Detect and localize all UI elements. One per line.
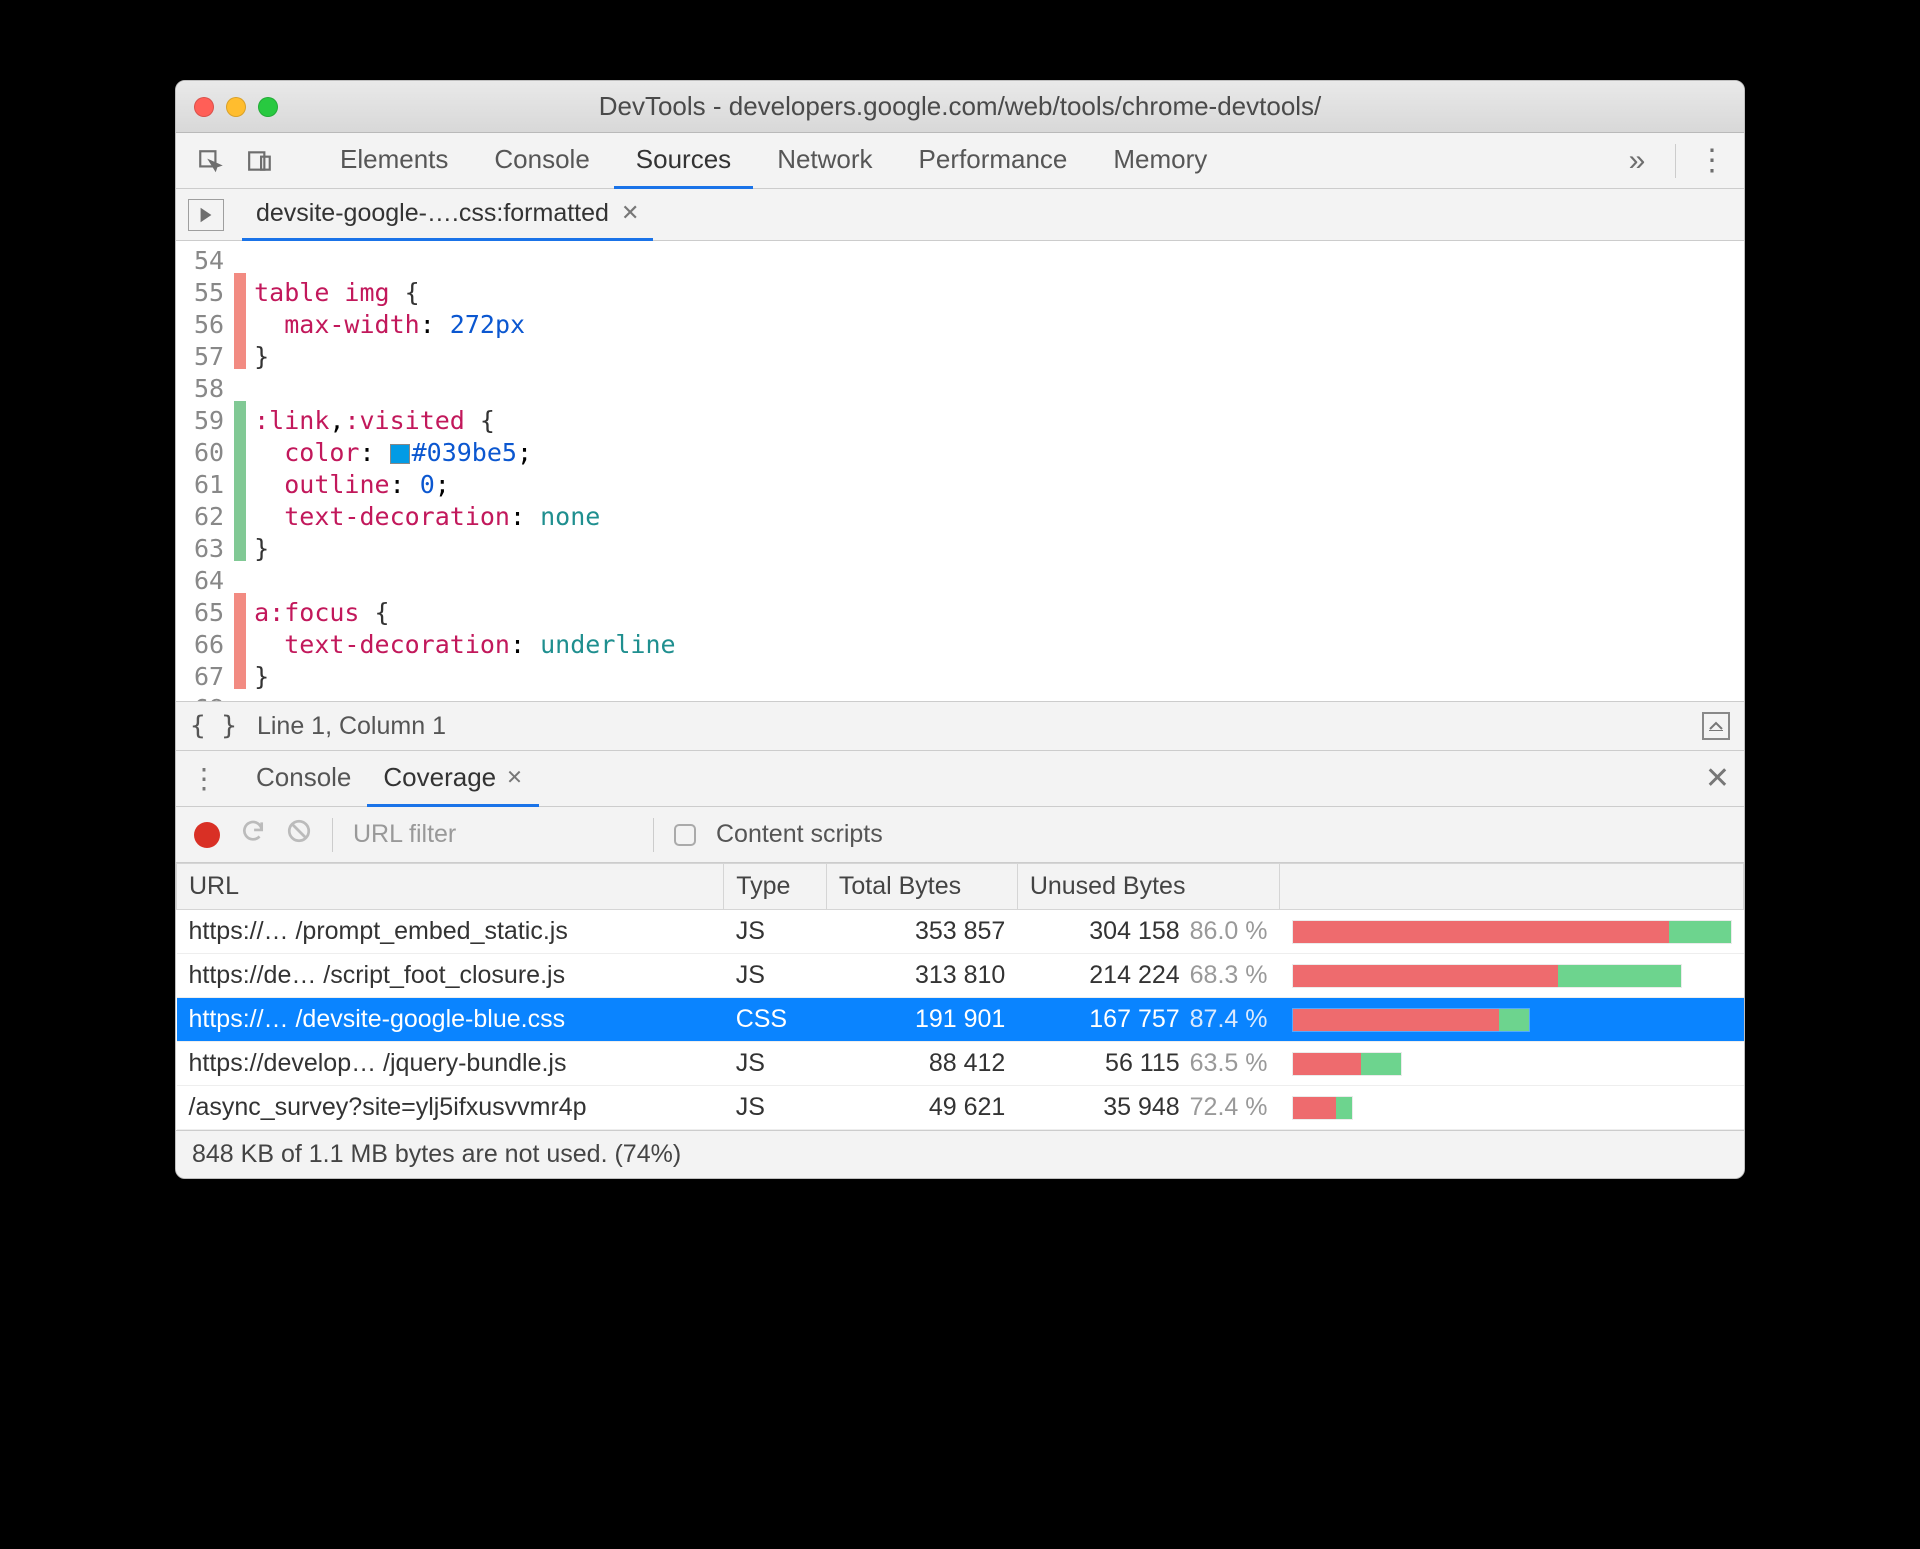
divider [1675,144,1676,178]
device-toolbar-icon[interactable] [238,141,282,181]
devtools-window: DevTools - developers.google.com/web/too… [175,80,1745,1179]
drawer-menu-icon[interactable]: ⋮ [190,762,218,795]
coverage-toolbar: URL filter Content scripts [176,807,1744,863]
file-tab-row: devsite-google-….css:formatted ✕ [176,189,1744,241]
tab-elements[interactable]: Elements [318,133,470,189]
pretty-print-icon[interactable]: { } [190,711,237,741]
col-header[interactable]: Unused Bytes [1017,864,1279,910]
source-editor[interactable]: 545556575859606162636465666768 table img… [176,241,1744,701]
table-row[interactable]: https://de… /script_foot_closure.jsJS313… [177,954,1744,998]
minimize-window-button[interactable] [226,97,246,117]
clear-icon[interactable] [286,818,312,851]
col-header[interactable]: Type [724,864,827,910]
table-row[interactable]: https://develop… /jquery-bundle.jsJS88 4… [177,1042,1744,1086]
window-title: DevTools - developers.google.com/web/too… [176,91,1744,122]
file-tab-label: devsite-google-….css:formatted [256,199,609,228]
coverage-summary: 848 KB of 1.1 MB bytes are not used. (74… [176,1130,1744,1178]
close-drawer-tab-icon[interactable]: ✕ [506,765,523,790]
toggle-sidebar-icon[interactable] [1702,712,1730,740]
col-header[interactable]: URL [177,864,724,910]
zoom-window-button[interactable] [258,97,278,117]
table-row[interactable]: https://… /devsite-google-blue.cssCSS191… [177,998,1744,1042]
col-header[interactable] [1280,864,1744,910]
divider [653,818,654,852]
content-scripts-checkbox[interactable] [674,824,696,846]
coverage-gutter [234,241,246,701]
divider [332,818,333,852]
tab-network[interactable]: Network [755,133,894,189]
table-header-row: URLTypeTotal BytesUnused Bytes [177,864,1744,910]
drawer-tab-coverage[interactable]: Coverage✕ [367,751,539,807]
content-scripts-label: Content scripts [716,820,883,849]
drawer-tab-console[interactable]: Console [240,751,367,807]
tab-sources[interactable]: Sources [614,133,753,189]
drawer-tabbar: ⋮ ConsoleCoverage✕ ✕ [176,751,1744,807]
reload-icon[interactable] [240,818,266,851]
line-number-gutter: 545556575859606162636465666768 [176,241,234,701]
code-content: table img { max-width: 272px} :link,:vis… [246,241,675,701]
kebab-menu-icon[interactable]: ⋮ [1692,143,1732,178]
table-row[interactable]: /async_survey?site=ylj5ifxusvvmr4pJS49 6… [177,1086,1744,1130]
show-navigator-icon[interactable] [188,199,224,231]
close-tab-icon[interactable]: ✕ [621,200,639,226]
inspect-element-icon[interactable] [188,141,232,181]
tab-memory[interactable]: Memory [1091,133,1229,189]
editor-status-bar: { } Line 1, Column 1 [176,701,1744,751]
coverage-summary-text: 848 KB of 1.1 MB bytes are not used. (74… [192,1140,681,1169]
cursor-position: Line 1, Column 1 [257,712,446,741]
record-button[interactable] [194,822,220,848]
tab-console[interactable]: Console [472,133,611,189]
file-tab[interactable]: devsite-google-….css:formatted ✕ [242,189,653,241]
close-window-button[interactable] [194,97,214,117]
tab-performance[interactable]: Performance [897,133,1090,189]
url-filter-input[interactable]: URL filter [353,820,633,849]
close-drawer-icon[interactable]: ✕ [1705,761,1730,796]
main-tabbar: ElementsConsoleSourcesNetworkPerformance… [176,133,1744,189]
titlebar: DevTools - developers.google.com/web/too… [176,81,1744,133]
tabs-overflow-button[interactable]: » [1615,141,1659,181]
traffic-lights [194,97,278,117]
coverage-table: URLTypeTotal BytesUnused Bytes https://…… [176,863,1744,1130]
table-row[interactable]: https://… /prompt_embed_static.jsJS353 8… [177,910,1744,954]
col-header[interactable]: Total Bytes [826,864,1017,910]
